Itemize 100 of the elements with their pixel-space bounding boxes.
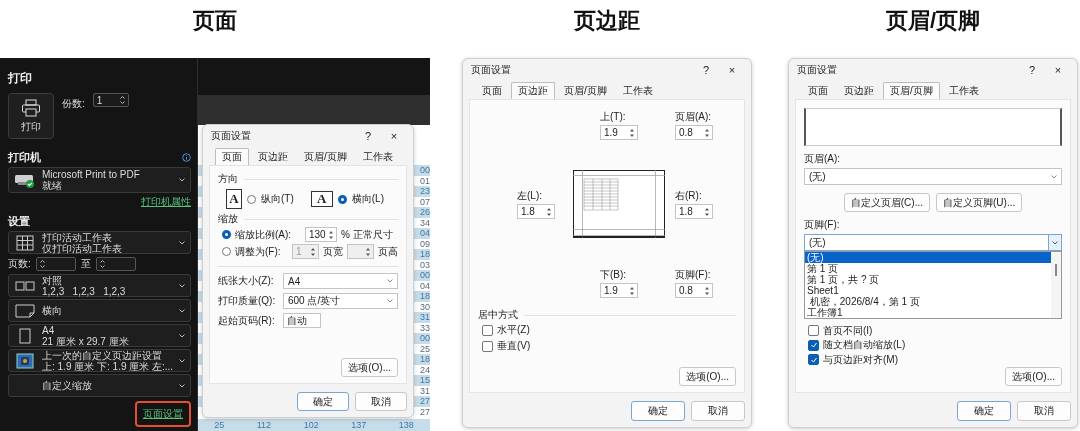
spin-box[interactable]: 1.9 bbox=[600, 125, 638, 140]
dropdown[interactable]: 600 点/英寸 bbox=[283, 293, 398, 309]
list-item[interactable]: 第 1 页，共 ? 页 bbox=[805, 274, 1051, 286]
spin-box[interactable]: 1.8 bbox=[675, 204, 713, 219]
table-cell-text: 26 bbox=[419, 207, 430, 218]
checkbox[interactable] bbox=[808, 354, 819, 366]
settings-dropdown[interactable]: 上一次的自定义页边距设置 上: 1.9 厘米 下: 1.9 厘米 左:... bbox=[8, 349, 191, 372]
custom-button[interactable]: 自定义页脚(U)... bbox=[936, 193, 1023, 213]
list-item[interactable]: (无) bbox=[805, 252, 1051, 264]
tab[interactable]: 页眉/页脚 bbox=[297, 148, 354, 165]
table-cell-text: 25 bbox=[419, 343, 430, 354]
tab[interactable]: 工作表 bbox=[355, 148, 400, 165]
dialog-title: 页面设置 bbox=[797, 63, 837, 77]
page-setup-link[interactable]: 页面设置 bbox=[143, 408, 183, 419]
cancel-button[interactable]: 取消 bbox=[355, 392, 407, 411]
table-cell: 137 bbox=[351, 419, 367, 431]
settings-dropdown[interactable]: 自定义缩放 bbox=[8, 374, 191, 397]
tab[interactable]: 页眉/页脚 bbox=[557, 82, 614, 99]
ok-button[interactable]: 确定 bbox=[957, 401, 1011, 421]
list-item[interactable]: 第 1 页 bbox=[805, 263, 1051, 275]
group-label: 方向 bbox=[218, 172, 238, 186]
list-item[interactable]: 工作簿1 bbox=[805, 307, 1051, 319]
landscape-page-icon: A bbox=[310, 191, 333, 207]
spin-box[interactable] bbox=[35, 257, 76, 271]
radio-label[interactable]: 纵向(T) bbox=[261, 192, 294, 206]
group-label: 缩放 bbox=[218, 212, 238, 226]
tab[interactable]: 页眉/页脚 bbox=[883, 82, 940, 99]
close-button[interactable]: × bbox=[381, 130, 407, 142]
help-button[interactable]: ? bbox=[1019, 64, 1045, 76]
table-cell-text: 04 bbox=[419, 228, 430, 239]
options-button[interactable]: 选项(O)... bbox=[1005, 367, 1062, 386]
dropdown[interactable]: (无) bbox=[804, 234, 1062, 252]
custom-button[interactable]: 自定义页眉(C)... bbox=[843, 193, 930, 213]
tab[interactable]: 工作表 bbox=[941, 82, 986, 99]
ok-button[interactable]: 确定 bbox=[297, 392, 349, 411]
table-cell-text: 30 bbox=[419, 301, 430, 312]
printer-icon bbox=[21, 98, 41, 117]
spin-box[interactable]: 1 bbox=[92, 93, 129, 107]
chevron-icon bbox=[179, 178, 185, 182]
spin-box[interactable]: 1.9 bbox=[600, 283, 638, 298]
printer-properties-link[interactable]: 打印机属性 bbox=[141, 195, 191, 209]
settings-dropdown[interactable]: A4 21 厘米 x 29.7 厘米 bbox=[8, 324, 191, 347]
options-button[interactable]: 选项(O)... bbox=[341, 358, 398, 377]
chevron-icon bbox=[179, 283, 185, 288]
checkbox-label[interactable]: 首页不同(I) bbox=[823, 323, 873, 338]
cancel-button[interactable]: 取消 bbox=[1017, 401, 1071, 421]
chevron-icon bbox=[1052, 240, 1058, 245]
cancel-button[interactable]: 取消 bbox=[691, 401, 745, 421]
scrollbar[interactable] bbox=[1051, 252, 1061, 319]
checkbox-label[interactable]: 水平(Z) bbox=[497, 323, 530, 337]
checkbox[interactable] bbox=[808, 339, 819, 351]
input-field[interactable]: 自动 bbox=[283, 313, 321, 328]
table-cell-text: 00 bbox=[419, 165, 430, 176]
field-label: 左(L): bbox=[517, 189, 543, 203]
tab[interactable]: 页边距 bbox=[511, 82, 555, 99]
radio-label[interactable]: 缩放比例(A): bbox=[235, 227, 301, 242]
radio-button[interactable] bbox=[337, 194, 347, 204]
printer-dropdown[interactable]: Microsoft Print to PDF 就绪 bbox=[8, 167, 191, 193]
ok-button[interactable]: 确定 bbox=[631, 401, 685, 421]
close-button[interactable]: × bbox=[1045, 64, 1071, 76]
options-button[interactable]: 选项(O)... bbox=[679, 367, 736, 386]
radio-label[interactable]: 横向(L) bbox=[351, 192, 384, 206]
table-cell-text: 04 bbox=[419, 280, 430, 291]
list-item[interactable]: 机密，2026/8/4，第 1 页 bbox=[805, 296, 1051, 308]
checkbox[interactable] bbox=[482, 324, 493, 336]
spin-box[interactable] bbox=[95, 257, 136, 271]
radio-button[interactable] bbox=[222, 230, 231, 239]
tab[interactable]: 页面 bbox=[475, 82, 509, 99]
help-button[interactable]: ? bbox=[693, 64, 719, 76]
tab[interactable]: 页边距 bbox=[837, 82, 881, 99]
pages-icon bbox=[14, 280, 36, 291]
tab[interactable]: 页边距 bbox=[251, 148, 295, 165]
print-button[interactable]: 打印 bbox=[8, 93, 54, 139]
spin-box[interactable]: 130 bbox=[305, 227, 337, 242]
table-cell-text: 15 bbox=[419, 375, 430, 386]
tab[interactable]: 页面 bbox=[215, 148, 249, 165]
checkbox[interactable] bbox=[482, 340, 493, 352]
checkbox-label[interactable]: 随文档自动缩放(L) bbox=[823, 338, 906, 353]
settings-dropdown[interactable]: 打印活动工作表 仅打印活动工作表 bbox=[8, 231, 191, 254]
section-title: 页面 bbox=[193, 7, 237, 35]
radio-button[interactable] bbox=[247, 194, 256, 204]
dropdown[interactable]: A4 bbox=[283, 273, 398, 289]
chevron-icon bbox=[179, 308, 185, 313]
close-button[interactable]: × bbox=[719, 64, 745, 76]
checkbox[interactable] bbox=[808, 325, 819, 337]
help-button[interactable]: ? bbox=[355, 130, 381, 142]
chevron-icon bbox=[1051, 174, 1057, 179]
checkbox-label[interactable]: 与页边距对齐(M) bbox=[823, 352, 898, 367]
tab[interactable]: 页面 bbox=[801, 82, 835, 99]
settings-dropdown[interactable]: 对照 1,2,3 1,2,3 1,2,3 bbox=[8, 274, 191, 297]
spin-box[interactable]: 0.8 bbox=[675, 125, 713, 140]
spin-box[interactable]: 0.8 bbox=[675, 283, 713, 298]
dropdown[interactable]: (无) bbox=[804, 168, 1062, 186]
spin-box[interactable]: 1.8 bbox=[517, 204, 555, 219]
tab[interactable]: 工作表 bbox=[615, 82, 660, 99]
settings-dropdown[interactable]: 横向 bbox=[8, 299, 191, 322]
table-cell-text: 27 bbox=[419, 406, 430, 417]
list-item[interactable]: Sheet1 bbox=[805, 285, 1051, 297]
checkbox-label[interactable]: 垂直(V) bbox=[497, 339, 531, 353]
info-icon[interactable] bbox=[182, 153, 191, 162]
